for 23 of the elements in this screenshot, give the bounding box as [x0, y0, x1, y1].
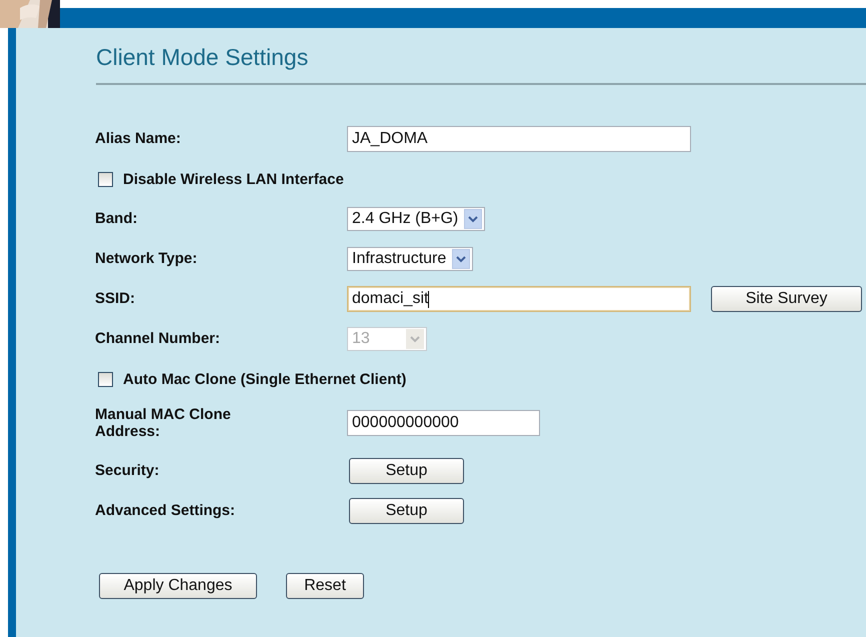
checkbox-label: Auto Mac Clone (Single Ethernet Client)	[123, 370, 406, 388]
apply-changes-button[interactable]: Apply Changes	[99, 573, 257, 599]
text-field[interactable]: 000000000000	[347, 410, 540, 436]
checkbox[interactable]	[98, 372, 113, 386]
dropdown[interactable]: 2.4 GHz (B+G)	[347, 207, 486, 231]
site-survey-button[interactable]: Site Survey	[711, 286, 862, 312]
field-label: Network Type:	[95, 250, 198, 267]
setup-button[interactable]: Setup	[349, 458, 464, 484]
reset-button[interactable]: Reset	[286, 573, 364, 599]
field-label: SSID:	[95, 290, 136, 307]
checkbox-label: Disable Wireless LAN Interface	[123, 170, 344, 188]
checkbox[interactable]	[98, 172, 113, 186]
field-label: Security:	[95, 462, 160, 479]
field-label: Alias Name:	[95, 130, 181, 147]
field-label: Manual MAC Clone Address:	[95, 406, 232, 440]
setup-button[interactable]: Setup	[349, 498, 464, 524]
dropdown[interactable]: Infrastructure	[347, 247, 474, 271]
field-label: Channel Number:	[95, 330, 220, 347]
text-field[interactable]: JA_DOMA	[347, 126, 691, 152]
field-label: Band:	[95, 210, 138, 227]
text-field[interactable]: domaci_sit	[347, 286, 691, 312]
field-label: Advanced Settings:	[95, 502, 236, 519]
page-title: Client Mode Settings	[96, 44, 866, 85]
